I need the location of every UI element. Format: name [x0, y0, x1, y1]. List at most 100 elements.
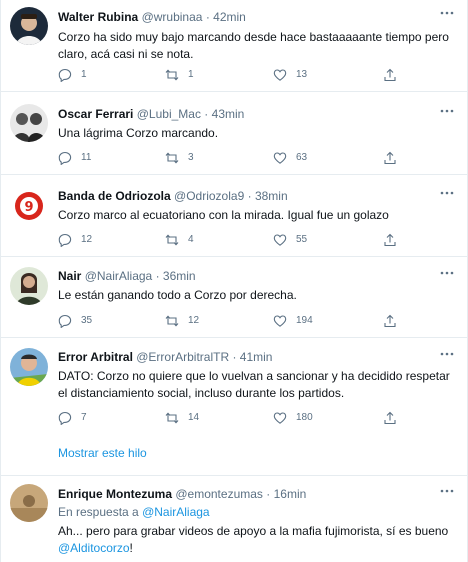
- tweet[interactable]: Nair @NairAliaga · 36min Le están ganand…: [1, 257, 467, 338]
- like-button[interactable]: 13: [273, 67, 307, 83]
- more-icon[interactable]: [439, 266, 455, 280]
- like-button[interactable]: 55: [273, 232, 307, 248]
- tweet[interactable]: Walter Rubina @wrubinaa · 42min Corzo ha…: [1, 0, 467, 92]
- share-button[interactable]: [383, 410, 397, 426]
- reply-to-mention[interactable]: @NairAliaga: [142, 505, 210, 519]
- share-button[interactable]: [383, 232, 397, 248]
- reply-button[interactable]: 7: [58, 410, 87, 426]
- reply-button[interactable]: 12: [58, 232, 92, 248]
- tweet-text: DATO: Corzo no quiere que lo vuelvan a s…: [58, 369, 450, 400]
- timestamp[interactable]: 43min: [212, 107, 245, 121]
- share-button[interactable]: [383, 313, 397, 329]
- more-icon[interactable]: [439, 347, 455, 361]
- avatar[interactable]: [10, 104, 48, 142]
- timestamp[interactable]: 38min: [255, 189, 288, 203]
- avatar[interactable]: [10, 484, 48, 522]
- reply-icon: [58, 233, 72, 247]
- reply-count: 7: [81, 412, 87, 423]
- avatar[interactable]: [10, 267, 48, 305]
- reply-count: 35: [81, 315, 93, 326]
- tweet-text: Le están ganando todo a Corzo por derech…: [58, 288, 297, 302]
- author-handle[interactable]: @Lubi_Mac: [137, 107, 201, 121]
- retweet-button[interactable]: 1: [165, 67, 194, 83]
- like-button[interactable]: 194: [273, 313, 313, 329]
- tweet[interactable]: Oscar Ferrari @Lubi_Mac · 43min Una lágr…: [1, 92, 467, 175]
- timestamp[interactable]: 41min: [240, 350, 273, 364]
- reply-icon: [58, 68, 72, 82]
- author-name[interactable]: Nair: [58, 269, 81, 283]
- more-icon[interactable]: [439, 6, 455, 20]
- author-name[interactable]: Oscar Ferrari: [58, 107, 133, 121]
- more-icon[interactable]: [439, 104, 455, 118]
- avatar[interactable]: [10, 348, 48, 386]
- show-thread-link[interactable]: Mostrar este hilo: [58, 445, 147, 461]
- author-name[interactable]: Error Arbitral: [58, 350, 133, 364]
- tweet-header: Walter Rubina @wrubinaa · 42min: [58, 10, 246, 24]
- mention-link[interactable]: @Alditocorzo: [58, 541, 130, 555]
- reply-count: 12: [81, 234, 93, 245]
- separator-dot: ·: [205, 10, 210, 24]
- reply-button[interactable]: 11: [58, 150, 91, 166]
- separator-dot: ·: [155, 269, 160, 283]
- author-handle[interactable]: @Odriozola9: [174, 189, 244, 203]
- author-name[interactable]: Walter Rubina: [58, 10, 138, 24]
- separator-dot: ·: [232, 350, 237, 364]
- retweet-button[interactable]: 12: [165, 313, 199, 329]
- like-button[interactable]: 63: [273, 150, 307, 166]
- reply-context: En respuesta a @NairAliaga: [58, 505, 210, 520]
- like-button[interactable]: 180: [273, 410, 313, 426]
- author-handle[interactable]: @wrubinaa: [142, 10, 203, 24]
- timestamp[interactable]: 36min: [163, 269, 196, 283]
- avatar[interactable]: 9: [10, 187, 48, 225]
- tweet-text-body: Ah... pero para grabar videos de apoyo a…: [58, 524, 449, 538]
- author-handle[interactable]: @ErrorArbitralTR: [136, 350, 229, 364]
- retweet-button[interactable]: 4: [165, 232, 194, 248]
- tweet-actions: 12 4 55: [58, 232, 418, 248]
- svg-text:9: 9: [24, 200, 33, 215]
- retweet-icon: [165, 412, 179, 424]
- author-handle[interactable]: @NairAliaga: [85, 269, 153, 283]
- tweet-actions: 7 14 180: [58, 410, 418, 426]
- share-button[interactable]: [383, 150, 397, 166]
- reply-button[interactable]: 1: [58, 67, 87, 83]
- tweet-header: Error Arbitral @ErrorArbitralTR · 41min: [58, 350, 272, 364]
- tweet-text: Corzo marco al ecuatoriano con la mirada…: [58, 208, 389, 222]
- reply-count: 11: [81, 152, 92, 163]
- share-button[interactable]: [383, 67, 397, 83]
- retweet-count: 14: [188, 412, 200, 423]
- like-count: 194: [296, 315, 313, 326]
- reply-icon: [58, 151, 72, 165]
- retweet-count: 3: [188, 152, 194, 163]
- author-name[interactable]: Enrique Montezuma: [58, 487, 172, 501]
- more-icon[interactable]: [439, 186, 455, 200]
- author-name[interactable]: Banda de Odriozola: [58, 189, 171, 203]
- avatar[interactable]: [10, 7, 48, 45]
- tweet[interactable]: Error Arbitral @ErrorArbitralTR · 41min …: [1, 338, 467, 432]
- more-icon[interactable]: [439, 484, 455, 498]
- like-count: 63: [296, 152, 308, 163]
- separator-dot: ·: [247, 189, 252, 203]
- tweet[interactable]: 9 Banda de Odriozola @Odriozola9 · 38min…: [1, 175, 467, 257]
- retweet-icon: [165, 69, 179, 81]
- tweet-actions: 1 1 13: [58, 67, 418, 83]
- retweet-count: 4: [188, 234, 194, 245]
- share-icon: [384, 68, 396, 82]
- separator-dot: ·: [204, 107, 209, 121]
- retweet-button[interactable]: 14: [165, 410, 199, 426]
- share-icon: [384, 314, 396, 328]
- author-handle[interactable]: @emontezumas: [175, 487, 263, 501]
- reply-button[interactable]: 35: [58, 313, 92, 329]
- tweet[interactable]: Enrique Montezuma @emontezumas · 16min E…: [1, 476, 467, 562]
- timestamp[interactable]: 16min: [274, 487, 307, 501]
- reply-prefix: En respuesta a: [58, 505, 139, 519]
- tweet-actions: 11 3 63: [58, 150, 418, 166]
- tweet-header: Banda de Odriozola @Odriozola9 · 38min: [58, 189, 288, 203]
- tweet-text-suffix: !: [129, 541, 133, 555]
- retweet-icon: [165, 234, 179, 246]
- separator-dot: ·: [266, 487, 271, 501]
- reply-icon: [58, 411, 72, 425]
- like-icon: [273, 152, 287, 164]
- reply-count: 1: [81, 69, 87, 80]
- retweet-button[interactable]: 3: [165, 150, 194, 166]
- timestamp[interactable]: 42min: [213, 10, 246, 24]
